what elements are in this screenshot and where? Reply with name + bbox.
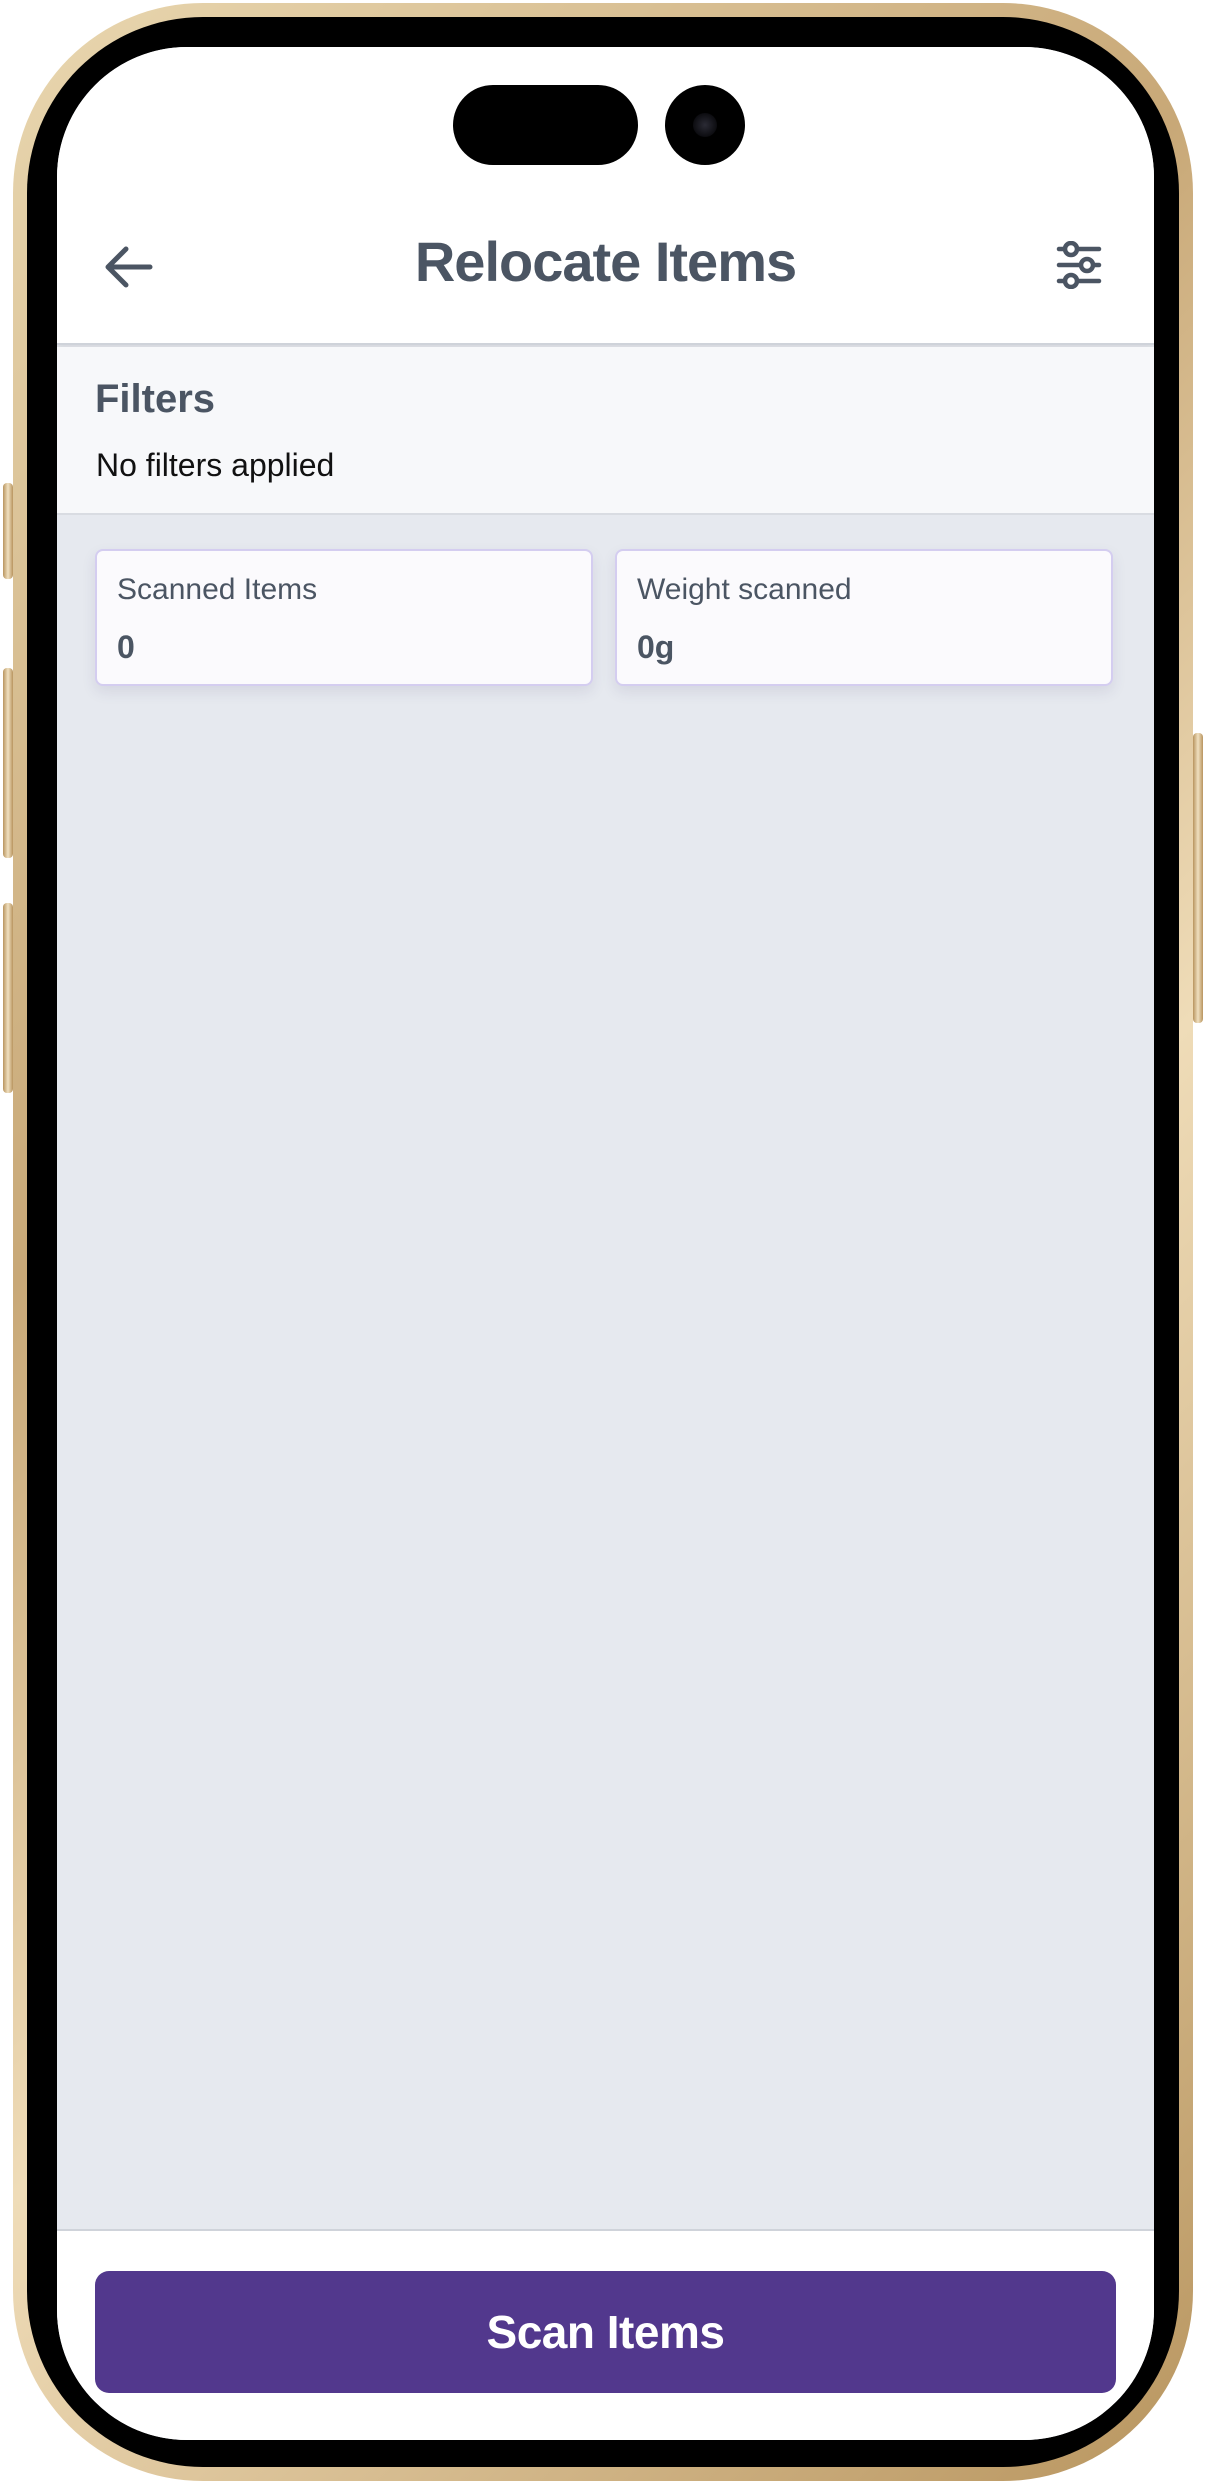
filters-status-text: No filters applied — [96, 447, 335, 483]
app-screen: Relocate Items Filters No filters applie… — [57, 47, 1154, 2440]
weight-scanned-value: 0g — [637, 629, 675, 665]
volume-down-button — [3, 903, 13, 1093]
filter-button[interactable] — [1049, 235, 1109, 295]
volume-up-button — [3, 668, 13, 858]
weight-scanned-card: Weight scanned 0g — [615, 549, 1113, 686]
footer-bar: Scan Items — [57, 2229, 1154, 2440]
sliders-icon — [1056, 241, 1102, 289]
weight-scanned-label: Weight scanned — [637, 573, 852, 606]
scanned-items-label: Scanned Items — [117, 573, 318, 606]
power-button — [1193, 733, 1203, 1023]
filters-heading: Filters — [95, 377, 216, 421]
dynamic-island — [453, 85, 638, 165]
front-camera — [665, 85, 745, 165]
filters-panel: Filters No filters applied — [57, 347, 1154, 515]
scanned-items-card: Scanned Items 0 — [95, 549, 593, 686]
scan-items-button[interactable]: Scan Items — [95, 2271, 1116, 2393]
action-button — [3, 483, 13, 579]
scanned-items-value: 0 — [117, 629, 135, 665]
page-title: Relocate Items — [414, 230, 797, 293]
